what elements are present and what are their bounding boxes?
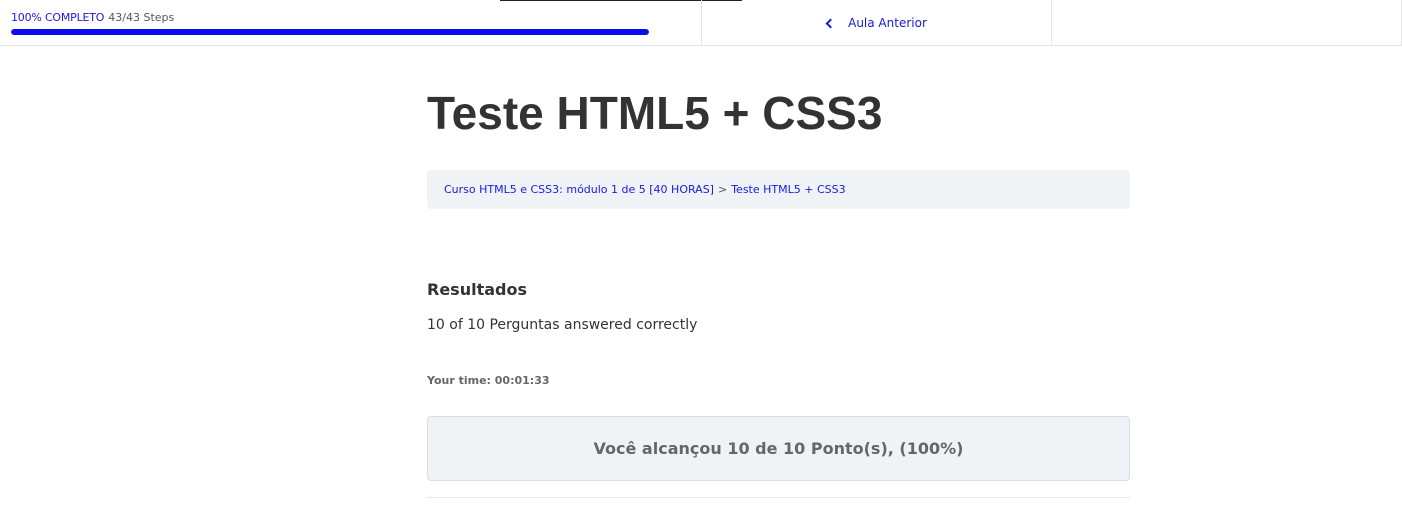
breadcrumb: Curso HTML5 e CSS3: módulo 1 de 5 [40 HO… xyxy=(427,170,1130,209)
results-summary: 10 of 10 Perguntas answered correctly xyxy=(427,317,698,333)
page-title: Teste HTML5 + CSS3 xyxy=(427,87,883,139)
section-divider xyxy=(427,497,1130,498)
previous-lesson-label: Aula Anterior xyxy=(848,15,927,30)
progress-bar-fill xyxy=(11,29,649,35)
breadcrumb-separator: > xyxy=(717,183,728,196)
breadcrumb-course-link[interactable]: Curso HTML5 e CSS3: módulo 1 de 5 [40 HO… xyxy=(444,183,714,196)
points-result-text: Você alcançou 10 de 10 Ponto(s), (100%) xyxy=(593,439,964,458)
progress-percent-label: 100% COMPLETO xyxy=(11,11,105,24)
chevron-left-icon xyxy=(825,18,836,28)
points-result-box: Você alcançou 10 de 10 Ponto(s), (100%) xyxy=(427,416,1130,481)
course-progress: 100% COMPLETO 43/43 Steps xyxy=(0,0,701,45)
progress-bar xyxy=(11,29,649,35)
breadcrumb-current-link[interactable]: Teste HTML5 + CSS3 xyxy=(731,183,845,196)
your-time: Your time: 00:01:33 xyxy=(427,374,550,387)
progress-steps-label: 43/43 Steps xyxy=(108,11,175,24)
top-bar: 100% COMPLETO 43/43 Steps Aula Anterior xyxy=(0,0,1402,46)
results-heading: Resultados xyxy=(427,280,527,299)
progress-text: 100% COMPLETO 43/43 Steps xyxy=(11,11,174,25)
previous-lesson-button[interactable]: Aula Anterior xyxy=(701,0,1052,45)
next-lesson-cell xyxy=(1051,0,1402,45)
